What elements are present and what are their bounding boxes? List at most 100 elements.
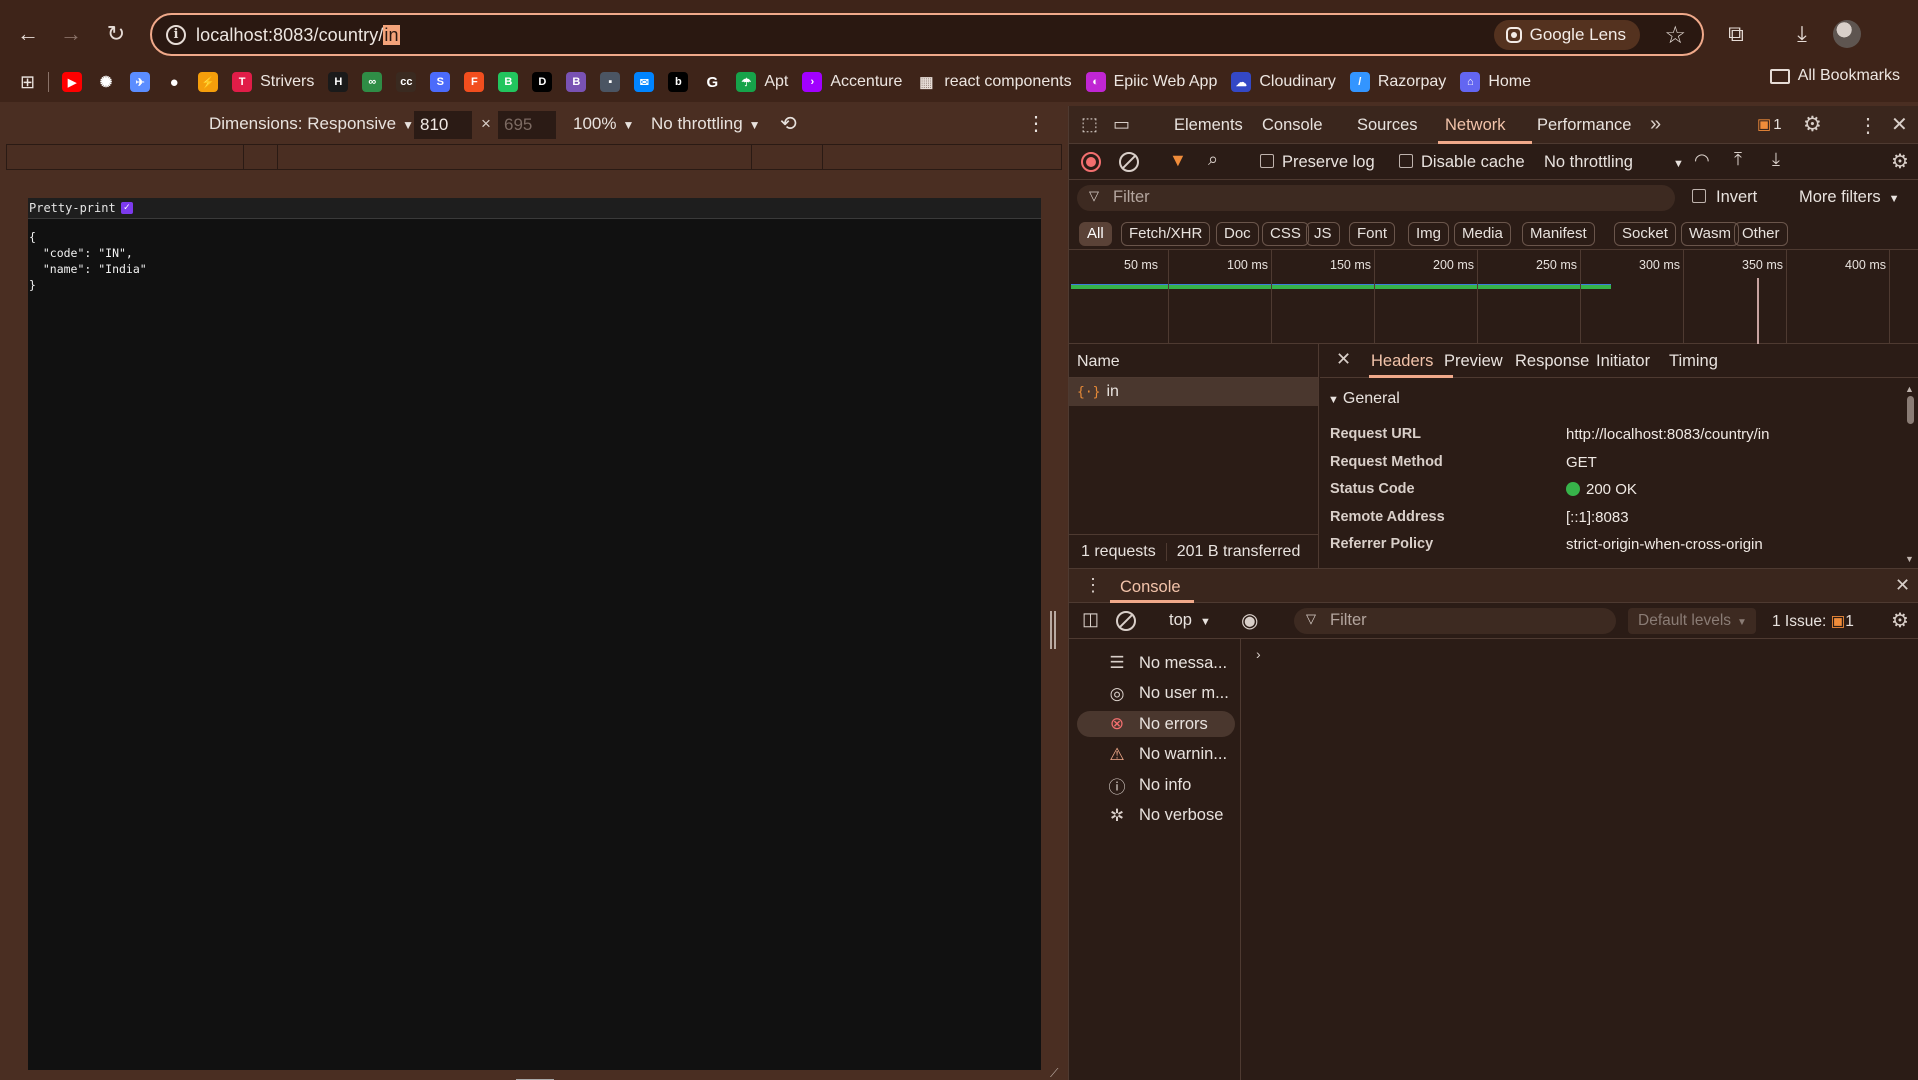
tab-sources[interactable]: Sources: [1357, 116, 1418, 135]
type-filter-media[interactable]: Media: [1454, 222, 1511, 246]
tab-preview[interactable]: Preview: [1444, 352, 1503, 371]
disable-cache-checkbox[interactable]: [1399, 154, 1413, 168]
tab-console[interactable]: Console: [1262, 116, 1323, 135]
height-input[interactable]: 695: [498, 111, 556, 139]
console-sidebar-item[interactable]: ⓘ No info: [1077, 772, 1235, 798]
console-prompt-icon[interactable]: ›: [1256, 646, 1261, 662]
dimensions-dropdown[interactable]: Dimensions: Responsive ▼: [209, 114, 414, 134]
type-filter-manifest[interactable]: Manifest: [1522, 222, 1595, 246]
bookmark-item[interactable]: D: [525, 67, 559, 97]
bookmark-item[interactable]: T Strivers: [225, 67, 321, 97]
live-expression-eye-icon[interactable]: ◉: [1241, 608, 1258, 633]
filter-toggle-icon[interactable]: ▼: [1169, 150, 1187, 171]
tab-headers[interactable]: Headers: [1371, 352, 1433, 371]
bookmark-item[interactable]: G: [695, 67, 729, 97]
clear-console-icon[interactable]: [1116, 611, 1136, 631]
profile-avatar[interactable]: [1833, 20, 1861, 48]
type-filter-doc[interactable]: Doc: [1216, 222, 1259, 246]
type-filter-socket[interactable]: Socket: [1614, 222, 1676, 246]
close-drawer-icon[interactable]: ✕: [1895, 575, 1910, 596]
header-value[interactable]: 200 OK: [1566, 481, 1637, 498]
bookmark-item[interactable]: ●: [157, 67, 191, 97]
bookmark-item[interactable]: ∞: [355, 67, 389, 97]
import-har-icon[interactable]: ⤒: [1734, 149, 1742, 170]
drawer-tab-console[interactable]: Console: [1120, 578, 1181, 597]
type-filter-fetchxhr[interactable]: Fetch/XHR: [1121, 222, 1211, 246]
bookmark-item[interactable]: ✈: [123, 67, 157, 97]
bookmark-star-icon[interactable]: ☆: [1664, 21, 1686, 50]
scroll-down-icon[interactable]: ▼: [1905, 554, 1914, 564]
tab-timing[interactable]: Timing: [1669, 352, 1718, 371]
more-tabs-icon[interactable]: »: [1650, 113, 1661, 136]
extensions-icon[interactable]: ⧉: [1720, 18, 1752, 50]
console-sidebar-item[interactable]: ⊗ No errors: [1077, 711, 1235, 737]
bookmark-item[interactable]: ✺: [89, 67, 123, 97]
bookmark-item[interactable]: › Accenture: [795, 67, 909, 97]
type-filter-font[interactable]: Font: [1349, 222, 1396, 246]
bookmark-item[interactable]: ◐ Epiic Web App: [1079, 67, 1225, 97]
scroll-up-icon[interactable]: ▲: [1905, 384, 1914, 394]
context-dropdown[interactable]: top ▼: [1169, 611, 1211, 630]
type-filter-other[interactable]: Other: [1734, 222, 1788, 246]
network-settings-gear-icon[interactable]: ⚙: [1891, 149, 1909, 174]
viewport-corner-handle[interactable]: ⟋: [1050, 1066, 1058, 1080]
general-section-toggle[interactable]: ▼ General: [1328, 390, 1400, 408]
settings-gear-icon[interactable]: ⚙: [1803, 112, 1822, 137]
all-bookmarks-button[interactable]: All Bookmarks: [1769, 67, 1900, 85]
name-column-header[interactable]: Name: [1069, 344, 1318, 378]
close-details-icon[interactable]: ✕: [1336, 349, 1351, 370]
pretty-print-checkbox[interactable]: ✓: [120, 202, 133, 214]
preserve-log-checkbox[interactable]: [1260, 154, 1274, 168]
viewport-resize-handle[interactable]: [1050, 611, 1056, 649]
type-filter-img[interactable]: Img: [1408, 222, 1450, 246]
bookmark-item[interactable]: b: [661, 67, 695, 97]
download-icon[interactable]: ⤓: [1786, 18, 1818, 50]
console-sidebar-item[interactable]: ✲ No verbose: [1077, 803, 1235, 829]
bookmark-item[interactable]: ☂ Apt: [729, 67, 795, 97]
bookmark-item[interactable]: ✉: [627, 67, 661, 97]
console-settings-gear-icon[interactable]: ⚙: [1891, 608, 1909, 633]
bookmark-item[interactable]: ⚡: [191, 67, 225, 97]
invert-checkbox[interactable]: [1692, 189, 1706, 203]
bookmark-item[interactable]: F: [457, 67, 491, 97]
bookmark-item[interactable]: B: [491, 67, 525, 97]
media-query-ruler[interactable]: [6, 144, 1062, 170]
bookmark-item[interactable]: / Razorpay: [1343, 67, 1453, 97]
export-har-icon[interactable]: ⤓: [1772, 149, 1780, 170]
close-devtools-icon[interactable]: ✕: [1891, 112, 1908, 137]
bookmark-item[interactable]: B: [559, 67, 593, 97]
url-text[interactable]: localhost:8083/country/in: [196, 25, 400, 46]
device-toggle-icon[interactable]: ▭: [1113, 114, 1130, 135]
bookmark-item[interactable]: ▶: [55, 67, 89, 97]
site-info-icon[interactable]: i: [166, 25, 186, 45]
type-filter-js[interactable]: JS: [1306, 222, 1340, 246]
bookmark-item[interactable]: ☁ Cloudinary: [1224, 67, 1342, 97]
tab-response[interactable]: Response: [1515, 352, 1589, 371]
devtools-menu-icon[interactable]: ⋮: [1858, 113, 1878, 138]
bookmark-item[interactable]: cc: [389, 67, 423, 97]
tab-performance[interactable]: Performance: [1537, 116, 1631, 135]
request-row[interactable]: {·} in: [1069, 378, 1318, 406]
console-filter-input[interactable]: Filter: [1294, 608, 1616, 634]
type-filter-css[interactable]: CSS: [1262, 222, 1309, 246]
inspect-element-icon[interactable]: ⬚: [1081, 114, 1098, 135]
device-throttling-dropdown[interactable]: No throttling ▼: [651, 114, 761, 134]
more-filters-dropdown[interactable]: More filters ▼: [1799, 188, 1900, 207]
tab-network[interactable]: Network: [1445, 116, 1506, 135]
back-button[interactable]: ←: [12, 18, 44, 50]
console-sidebar-item[interactable]: ☰ No messa...: [1077, 650, 1235, 676]
scrollbar-thumb[interactable]: [1907, 396, 1914, 424]
tab-initiator[interactable]: Initiator: [1596, 352, 1650, 371]
google-lens-button[interactable]: Google Lens: [1493, 20, 1640, 50]
network-conditions-icon[interactable]: ◠: [1694, 150, 1710, 171]
bookmark-item[interactable]: S: [423, 67, 457, 97]
type-filter-wasm[interactable]: Wasm: [1681, 222, 1739, 246]
apps-button[interactable]: ⊞: [0, 67, 42, 97]
drawer-menu-icon[interactable]: ⋮: [1084, 575, 1102, 596]
rotate-icon[interactable]: ⟲: [780, 111, 797, 136]
type-filter-all[interactable]: All: [1079, 222, 1112, 246]
log-levels-dropdown[interactable]: Default levels ▼: [1628, 608, 1756, 634]
more-options-icon[interactable]: ⋮: [1026, 111, 1046, 136]
reload-button[interactable]: ↻: [100, 18, 132, 50]
header-value[interactable]: strict-origin-when-cross-origin: [1566, 536, 1763, 553]
